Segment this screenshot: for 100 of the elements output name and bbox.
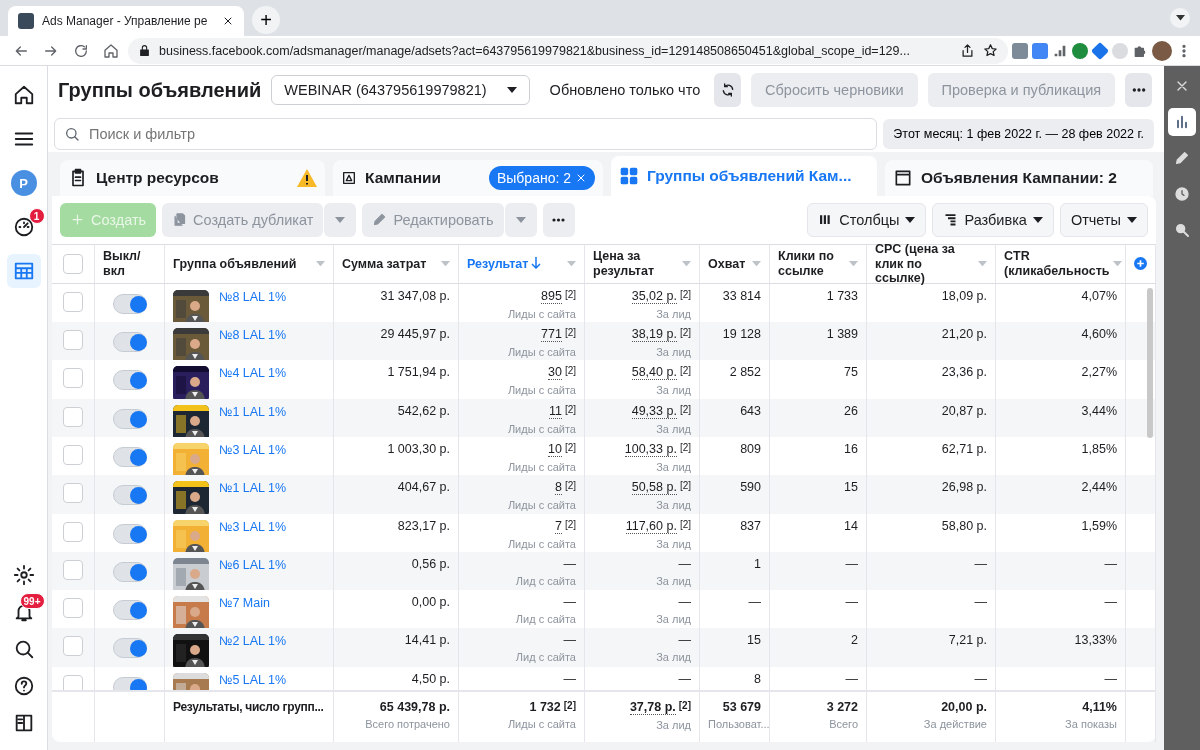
table-cell: 2,27% [996, 360, 1126, 399]
caret-icon [682, 261, 691, 267]
table-cell: — [996, 666, 1126, 690]
tab[interactable]: Центр ресурсов [60, 160, 325, 196]
more-button[interactable] [1125, 73, 1152, 107]
tab[interactable]: Группы объявлений Кам... [611, 156, 877, 196]
ad-set-link[interactable]: №8 LAL 1% [219, 328, 287, 361]
toggle-switch[interactable] [112, 332, 147, 353]
table-cell: 4,50 р. [334, 666, 459, 690]
table-cell: 58,40 р. [2] За лид [585, 360, 700, 399]
table-icon [12, 260, 35, 282]
ad-set-link[interactable]: №8 LAL 1% [219, 289, 287, 323]
clock-icon [1174, 186, 1190, 202]
column-header[interactable]: CPC (цена за клик по ссылке) [867, 243, 996, 284]
table-cell: 1,59% [996, 513, 1126, 552]
toggle-switch[interactable] [112, 408, 147, 429]
ad-set-link[interactable]: №3 LAL 1% [219, 442, 287, 476]
column-header[interactable]: Выкл/ вкл [95, 243, 165, 284]
ad-set-link[interactable]: №5 LAL 1% [219, 672, 287, 690]
search-field[interactable]: Поиск и фильтр [54, 118, 878, 150]
toggle-switch[interactable] [112, 676, 147, 690]
table-row[interactable]: №8 LAL 1% 29 445,97 р. 771 [2] Лиды с сайта 38,19 р. [2] За лид 19 128 1 389 21,20 р. 4,60% [52, 322, 1156, 361]
row-checkbox[interactable] [63, 406, 83, 427]
row-checkbox[interactable] [63, 636, 83, 657]
table-row[interactable]: №6 LAL 1% 0,56 р. — Лид с сайта — За лид 1 — — — [52, 551, 1156, 591]
selection-badge[interactable]: Выбрано: 2 [488, 166, 595, 190]
browser-tab[interactable]: Ads Manager - Управление ре [8, 6, 244, 36]
extension-icon[interactable] [1012, 42, 1028, 59]
table-cell: — За лид [585, 628, 700, 667]
pencil-icon [372, 212, 388, 228]
account-dropdown[interactable]: WEBINAR (643795619979821) [271, 75, 530, 105]
table-cell: 49,33 р. [2] За лид [585, 398, 700, 437]
refresh-button[interactable] [714, 73, 742, 107]
ad-set-link[interactable]: №1 LAL 1% [219, 481, 287, 514]
column-header[interactable]: CTR (кликабельность [996, 243, 1126, 284]
row-checkbox[interactable] [63, 559, 83, 580]
row-checkbox[interactable] [63, 330, 83, 351]
tab-search-button[interactable] [1170, 8, 1190, 28]
date-range-button[interactable]: Этот месяц: 1 фев 2022 г. — 28 фев 2022 г. [883, 119, 1154, 149]
tab[interactable]: Объявления Кампании: 2 [885, 160, 1153, 196]
caret-icon [441, 261, 450, 267]
column-header[interactable]: Результат [459, 243, 585, 284]
row-checkbox[interactable] [63, 521, 83, 542]
ad-set-link[interactable]: №4 LAL 1% [219, 366, 287, 399]
table-row[interactable]: №5 LAL 1% 4,50 р. — — 8 — — — [52, 666, 1156, 690]
row-checkbox[interactable] [63, 444, 83, 465]
ad-set-link[interactable]: №6 LAL 1% [219, 557, 287, 591]
column-header[interactable]: Сумма затрат [334, 243, 459, 284]
column-header[interactable]: Группа объявлений [165, 243, 334, 284]
row-checkbox[interactable] [63, 368, 83, 389]
column-header[interactable]: Клики по ссылке [770, 243, 867, 284]
toggle-switch[interactable] [112, 600, 147, 621]
panel-button[interactable] [1168, 108, 1196, 136]
toggle-switch[interactable] [112, 446, 147, 467]
toggle-switch[interactable] [112, 523, 147, 544]
star-icon [983, 43, 998, 58]
row-checkbox[interactable] [63, 291, 83, 312]
ad-set-link[interactable]: №7 Main [219, 596, 270, 629]
ad-set-link[interactable]: №2 LAL 1% [219, 634, 287, 667]
copy-icon [172, 212, 188, 228]
toggle-switch[interactable] [112, 293, 147, 314]
row-checkbox[interactable] [63, 483, 83, 504]
more-button[interactable] [542, 202, 575, 237]
tab[interactable]: Кампании Выбрано: 2 [333, 160, 603, 196]
column-header[interactable]: Охват [700, 243, 770, 284]
table-cell: 11 [2] Лиды с сайта [459, 398, 585, 437]
table-cell: Результаты, число групп... [165, 692, 334, 742]
toggle-switch[interactable] [112, 561, 147, 582]
select-all-checkbox[interactable] [63, 253, 83, 274]
scrollbar[interactable] [1147, 287, 1153, 438]
extension-icon[interactable] [1072, 42, 1088, 59]
row-checkbox[interactable] [63, 598, 83, 619]
add-column-icon[interactable] [1134, 257, 1147, 271]
profile-avatar[interactable] [1152, 40, 1172, 61]
breakdown-button[interactable]: Разбивка [932, 202, 1054, 237]
column-header[interactable]: Цена за результат [585, 243, 700, 284]
extension-icon[interactable] [1032, 42, 1048, 59]
table-cell: 117,60 р. [2] За лид [585, 513, 700, 552]
table-cell: — За лид [585, 551, 700, 591]
toggle-switch[interactable] [112, 638, 147, 659]
dropdown-button[interactable] [504, 202, 537, 237]
table-row[interactable]: №2 LAL 1% 14,41 р. — Лид с сайта — За лид 15 2 7,21 р. 13,33% [52, 628, 1156, 667]
caret-icon [1175, 15, 1185, 21]
toggle-switch[interactable] [112, 370, 147, 391]
dropdown-button[interactable] [324, 202, 357, 237]
row-checkbox[interactable] [63, 674, 83, 690]
ad-set-link[interactable]: №3 LAL 1% [219, 519, 287, 552]
gauge-icon [12, 216, 35, 238]
address-bar[interactable]: business.facebook.com/adsmanager/manage/adsets?act=643795619979821&business_id=129148508650451&global_scope_id=129... [128, 37, 1008, 64]
share-icon [960, 43, 975, 58]
table-cell: — [459, 666, 585, 690]
update-status: Обновлено только что [549, 82, 701, 98]
toggle-switch[interactable] [112, 485, 147, 506]
reports-button[interactable]: Отчеты [1059, 202, 1148, 237]
columns-button[interactable]: Столбцы [807, 202, 927, 237]
ad-set-link[interactable]: №1 LAL 1% [219, 404, 287, 437]
table-row[interactable]: №1 LAL 1% 542,62 р. 11 [2] Лиды с сайта 49,33 р. [2] За лид 643 26 20,87 р. 3,44% [52, 398, 1156, 437]
table-cell: 542,62 р. [334, 398, 459, 437]
table-row[interactable]: №1 LAL 1% 404,67 р. 8 [2] Лиды с сайта 50,58 р. [2] За лид 590 15 26,98 р. 2,44% [52, 475, 1156, 514]
new-tab-button[interactable]: + [252, 6, 280, 34]
